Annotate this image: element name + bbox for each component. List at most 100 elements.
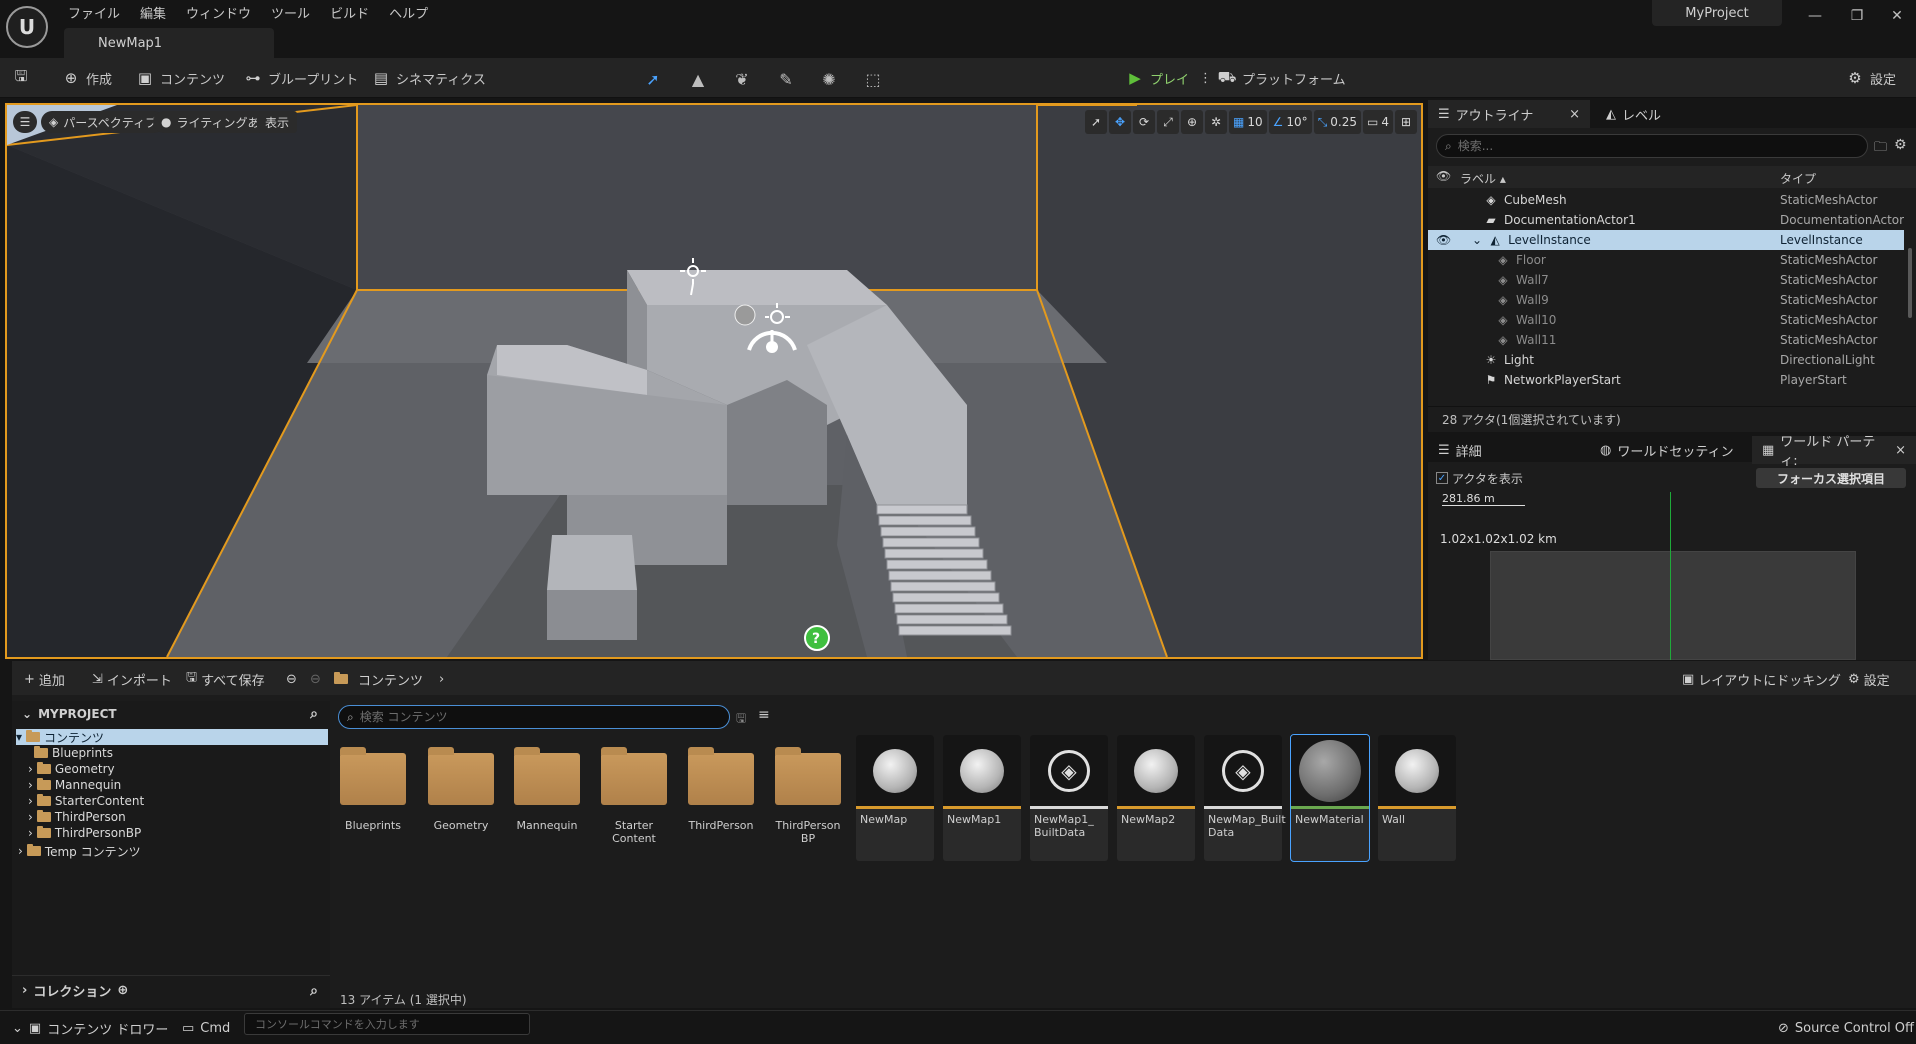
surface-snap-icon[interactable]: ✲ bbox=[1205, 110, 1228, 134]
outliner-row-cubemesh[interactable]: ◈ CubeMesh StaticMeshActor bbox=[1428, 190, 1904, 210]
outliner-scrollbar[interactable] bbox=[1908, 248, 1912, 318]
outliner-row-wall9[interactable]: ◈ Wall9 StaticMeshActor bbox=[1428, 290, 1904, 310]
folder-blueprints[interactable]: Blueprints bbox=[334, 745, 412, 871]
modeling-mode-icon[interactable]: ⬚ bbox=[860, 66, 886, 92]
play-options-icon[interactable]: ⋮ bbox=[1199, 71, 1212, 86]
play-button[interactable]: ▶ プレイ ⋮ bbox=[1126, 66, 1212, 90]
tree-item-thirdperson[interactable]: › ThirdPerson bbox=[28, 809, 126, 825]
minimize-icon[interactable]: — bbox=[1798, 4, 1832, 28]
visibility-eye-icon[interactable]: 👁 bbox=[1436, 233, 1451, 247]
viewport-menu-icon[interactable]: ☰ bbox=[13, 111, 37, 133]
viewport-layout-icon[interactable]: ⊞ bbox=[1395, 110, 1417, 134]
select-tool-icon[interactable]: ➚ bbox=[1085, 110, 1108, 134]
level-viewport[interactable]: ? ☰ ◈ パースペクティブ ● ライティングあり 表示 ➚ ✥ ⟳ ⤢ ⊕ ✲ ▦… bbox=[5, 103, 1423, 659]
menu-build[interactable]: ビルド bbox=[320, 0, 379, 25]
chevron-right-icon[interactable]: › bbox=[28, 794, 33, 808]
asset-wall[interactable]: Wall bbox=[1378, 735, 1456, 861]
outliner-row-networkplayerstart[interactable]: ⚑ NetworkPlayerStart PlayerStart bbox=[1428, 370, 1904, 390]
content-drawer-button[interactable]: ⌄ ▣ コンテンツ ドロワー bbox=[12, 1019, 168, 1038]
tab-details[interactable]: ☰ 詳細 bbox=[1428, 436, 1586, 464]
asset-newmap-builtdata[interactable]: ◈ NewMap_Built Data bbox=[1204, 735, 1286, 861]
menu-tools[interactable]: ツール bbox=[261, 0, 320, 25]
blueprint-button[interactable]: ⊶ ブループリント bbox=[244, 66, 359, 90]
content-search-input[interactable] bbox=[359, 710, 700, 724]
source-control-button[interactable]: ⊘ Source Control Off bbox=[1778, 1019, 1914, 1037]
back-arrow-icon[interactable]: ⊖ bbox=[286, 669, 297, 689]
save-search-icon[interactable]: 🖫 bbox=[736, 709, 746, 730]
tree-item-thirdpersonbp[interactable]: › ThirdPersonBP bbox=[28, 825, 141, 841]
content-button[interactable]: ▣ コンテンツ bbox=[136, 66, 225, 90]
tab-outliner[interactable]: ☰ アウトライナ × bbox=[1428, 100, 1590, 128]
dock-layout-button[interactable]: ▣ レイアウトにドッキング bbox=[1682, 669, 1841, 689]
asset-newmap1[interactable]: NewMap1 bbox=[943, 735, 1021, 861]
tree-item-content[interactable]: ▾ コンテンツ bbox=[16, 729, 328, 745]
cmd-button[interactable]: ▭ Cmd bbox=[182, 1019, 230, 1037]
chevron-right-icon[interactable]: › bbox=[18, 844, 23, 858]
asset-newmap1-builtdata[interactable]: ◈ NewMap1_ BuiltData bbox=[1030, 735, 1108, 861]
tree-item-temp-content[interactable]: › Temp コンテンツ bbox=[18, 843, 141, 859]
close-tab-icon[interactable]: × bbox=[1569, 107, 1580, 122]
outliner-row-light[interactable]: ☀ Light DirectionalLight bbox=[1428, 350, 1904, 370]
add-folder-icon[interactable]: 🗀 bbox=[1874, 138, 1887, 160]
cb-settings-button[interactable]: ⚙ 設定 bbox=[1848, 669, 1890, 689]
folder-thirdpersonbp[interactable]: ThirdPerson BP bbox=[769, 745, 847, 871]
breadcrumb[interactable]: コンテンツ › bbox=[334, 669, 444, 689]
world-partition-minimap[interactable] bbox=[1490, 551, 1856, 660]
search-icon[interactable]: ⌕ bbox=[310, 983, 318, 999]
save-button[interactable]: 🖫 bbox=[12, 66, 30, 90]
chevron-right-icon[interactable]: › bbox=[28, 778, 33, 792]
move-tool-icon[interactable]: ✥ bbox=[1109, 110, 1132, 134]
outliner-settings-gear-icon[interactable]: ⚙ bbox=[1894, 137, 1907, 153]
tree-item-startercontent[interactable]: › StarterContent bbox=[28, 793, 144, 809]
outliner-row-wall10[interactable]: ◈ Wall10 StaticMeshActor bbox=[1428, 310, 1904, 330]
asset-newmap[interactable]: NewMap bbox=[856, 735, 934, 861]
collections-bar[interactable]: › コレクション ⊕ ⌕ bbox=[12, 975, 330, 1005]
perspective-button[interactable]: ◈ パースペクティブ bbox=[41, 111, 166, 133]
folder-startercontent[interactable]: Starter Content bbox=[595, 745, 673, 871]
grid-snap-button[interactable]: ▦ 10 bbox=[1229, 110, 1267, 134]
close-tab-icon[interactable]: × bbox=[1895, 443, 1906, 458]
folder-geometry[interactable]: Geometry bbox=[422, 745, 500, 871]
filter-icon[interactable]: ≡ bbox=[758, 707, 770, 723]
chevron-down-icon[interactable]: ▾ bbox=[16, 730, 22, 744]
chevron-right-icon[interactable]: › bbox=[439, 672, 444, 687]
chevron-right-icon[interactable]: › bbox=[28, 810, 33, 824]
cinematics-button[interactable]: ▤ シネマティクス bbox=[372, 66, 486, 90]
add-button[interactable]: + 追加 bbox=[24, 669, 65, 689]
outliner-row-levelinstance[interactable]: 👁 ⌄ ◭ LevelInstance LevelInstance bbox=[1428, 230, 1904, 250]
content-search[interactable]: ⌕ bbox=[338, 705, 730, 729]
chevron-down-icon[interactable]: ⌄ bbox=[1472, 233, 1482, 247]
rotation-snap-button[interactable]: ∠ 10° bbox=[1268, 110, 1312, 134]
col-label[interactable]: ラベル ▴ bbox=[1460, 170, 1506, 187]
chevron-right-icon[interactable]: › bbox=[22, 983, 27, 998]
menu-edit[interactable]: 編集 bbox=[130, 0, 176, 25]
rotate-tool-icon[interactable]: ⟳ bbox=[1133, 110, 1156, 134]
show-actors-checkbox[interactable]: ✓ bbox=[1436, 472, 1448, 484]
camera-speed-button[interactable]: ▭ 4 bbox=[1363, 110, 1393, 134]
tree-item-geometry[interactable]: › Geometry bbox=[28, 761, 115, 777]
scale-tool-icon[interactable]: ⤢ bbox=[1157, 110, 1180, 134]
mesh-paint-mode-icon[interactable]: ✎ bbox=[773, 66, 799, 92]
menu-file[interactable]: ファイル bbox=[58, 0, 130, 25]
import-button[interactable]: ⇲ インポート bbox=[92, 669, 172, 689]
outliner-row-floor[interactable]: ◈ Floor StaticMeshActor bbox=[1428, 250, 1904, 270]
select-mode-icon[interactable]: ➚ bbox=[640, 66, 666, 92]
menu-help[interactable]: ヘルプ bbox=[379, 0, 438, 25]
tab-world-partition[interactable]: ▦ ワールド パーティ: × bbox=[1752, 435, 1916, 469]
outliner-row-wall11[interactable]: ◈ Wall11 StaticMeshActor bbox=[1428, 330, 1904, 350]
outliner-search-input[interactable] bbox=[1457, 139, 1838, 153]
console-input[interactable] bbox=[245, 1014, 529, 1034]
tab-levels[interactable]: ◭ レベル bbox=[1596, 100, 1671, 128]
create-button[interactable]: ⊕ 作成 bbox=[62, 66, 112, 90]
map-tab[interactable]: NewMap1 bbox=[64, 28, 274, 58]
platform-button[interactable]: ⛟ プラットフォーム bbox=[1218, 66, 1346, 90]
outliner-search[interactable]: ⌕ bbox=[1436, 134, 1868, 158]
add-collection-icon[interactable]: ⊕ bbox=[117, 983, 128, 998]
outliner-row-wall7[interactable]: ◈ Wall7 StaticMeshActor bbox=[1428, 270, 1904, 290]
show-button[interactable]: 表示 bbox=[257, 111, 298, 133]
focus-selection-button[interactable]: フォーカス選択項目 bbox=[1756, 468, 1906, 488]
outliner-row-documentationactor1[interactable]: ▰ DocumentationActor1 DocumentationActor bbox=[1428, 210, 1904, 230]
tree-item-mannequin[interactable]: › Mannequin bbox=[28, 777, 121, 793]
console-command-field[interactable] bbox=[244, 1013, 530, 1035]
col-type[interactable]: タイプ bbox=[1780, 170, 1816, 187]
